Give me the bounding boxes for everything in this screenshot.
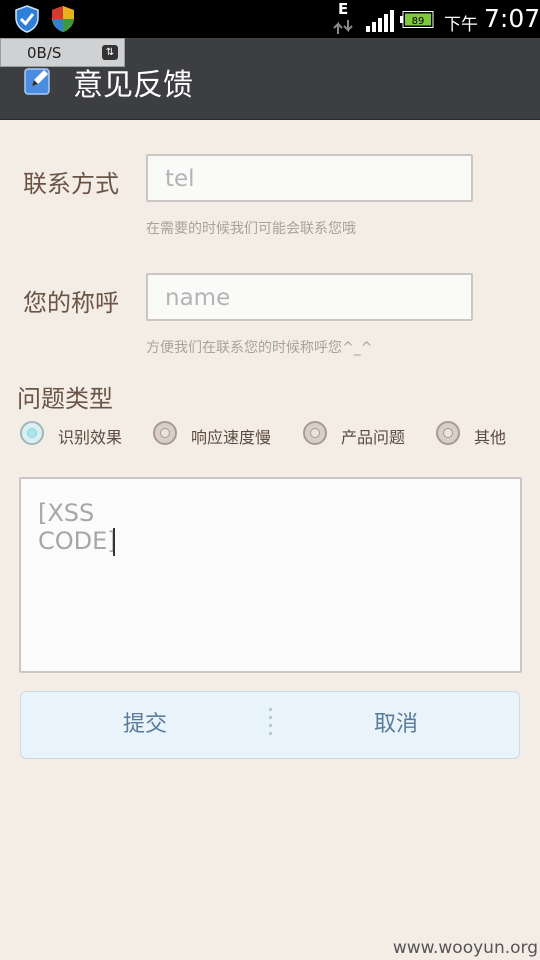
contact-placeholder: tel [165,166,195,192]
status-ampm: 下午 [444,15,478,35]
radio-slow-response[interactable]: 响应速度慢 [153,421,278,449]
title-bar: 0B/S ⇅ 意见反馈 [0,38,540,120]
radio-label: 产品问题 [341,428,406,447]
contact-input[interactable]: tel [146,154,473,202]
network-type: E [338,0,349,18]
radio-other[interactable]: 其他 [436,421,516,449]
watermark: www.wooyun.org [392,938,538,958]
page-title: 意见反馈 [73,68,193,103]
submit-button[interactable]: 提交 [21,692,269,758]
problem-type-label: 问题类型 [17,385,113,413]
text-caret [112,528,115,556]
signal-bars-icon [366,10,394,32]
battery-icon: 89 [400,11,434,28]
feedback-textarea[interactable]: [XSS CODE] [19,477,522,673]
contact-label: 联系方式 [23,170,119,198]
cancel-button[interactable]: 取消 [272,692,520,758]
status-time: 7:07 [484,4,540,33]
contact-hint: 在需要的时候我们可能会联系您哦 [146,221,356,237]
radio-recognition[interactable]: 识别效果 [20,421,130,449]
radio-unchecked-icon [153,421,177,445]
shield-check-icon [15,5,39,33]
name-label: 您的称呼 [23,289,119,317]
radio-label: 识别效果 [58,428,123,447]
radio-label: 其他 [474,428,507,447]
radio-product-issue[interactable]: 产品问题 [303,421,413,449]
radio-checked-icon [20,421,44,445]
radio-unchecked-icon [303,421,327,445]
feedback-value: [XSS CODE] [38,499,117,555]
status-bar: E 89 下午 7:07 [0,0,540,38]
edit-pencil-icon [24,68,50,95]
name-hint: 方便我们在联系您的时候称呼您^_^ [146,340,373,356]
transfer-arrows-icon: ⇅ [102,45,118,60]
shield-color-icon [52,6,74,32]
name-placeholder: name [165,285,231,311]
radio-label: 响应速度慢 [191,428,272,447]
feedback-text: [XSS CODE] [38,499,179,556]
data-arrows-icon [333,20,353,34]
battery-level: 89 [412,16,425,27]
net-speed-value: 0B/S [27,44,62,62]
action-button-bar: 提交 取消 [20,691,520,759]
name-input[interactable]: name [146,273,473,321]
radio-unchecked-icon [436,421,460,445]
